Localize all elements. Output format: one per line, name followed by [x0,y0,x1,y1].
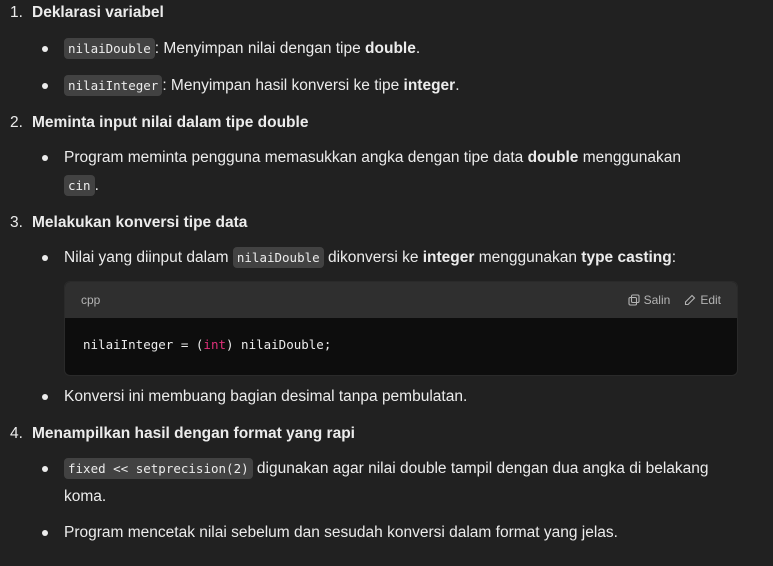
text: . [415,40,421,57]
list-number: 4. [10,425,23,442]
text: . [455,77,460,94]
text: : Menyimpan hasil konversi ke tipe [162,77,404,94]
pencil-icon [685,294,696,306]
list-item-4: 4. Menampilkan hasil dengan format yang … [0,425,760,443]
text: menggunakan [578,149,681,166]
bullet-item: Nilai yang diinput dalam nilaiDouble dik… [42,244,744,272]
list-number: 2. [10,114,23,131]
inline-code: cin [64,175,95,196]
bullet-item: Program mencetak nilai sebelum dan sesud… [42,519,744,547]
list-item-2: 2. Meminta input nilai dalam tipe double [0,114,760,132]
code-block-header: cpp Salin Edit [65,282,737,318]
code-text: nilaiInteger = ( [83,337,204,352]
text: Program meminta pengguna memasukkan angk… [64,149,528,166]
bullet-item: nilaiDouble: Menyimpan nilai dengan tipe… [42,35,744,63]
list-item-1: 1. Deklarasi variabel [0,4,760,22]
bullet-dot [42,466,48,472]
bullet-item: nilaiInteger: Menyimpan hasil konversi k… [42,72,744,100]
list-item-3: 3. Melakukan konversi tipe data [0,214,760,232]
text: : Menyimpan nilai dengan tipe [154,40,366,57]
bold-text: integer [422,249,475,266]
bullet-dot [42,155,48,161]
bullet-item: Program meminta pengguna memasukkan angk… [42,144,744,200]
text: Konversi ini membuang bagian desimal tan… [64,388,468,405]
section-heading: Meminta input nilai dalam tipe double [32,114,309,131]
code-block: cpp Salin Edit nilaiInteger = (int) nila… [64,281,738,376]
bullet-item: fixed << setprecision(2) digunakan agar … [42,455,744,511]
bullet-dot [42,83,48,89]
inline-code: nilaiInteger [64,75,163,96]
inline-code: nilaiDouble [232,247,324,268]
code-text: ) nilaiDouble; [226,337,332,352]
edit-label: Edit [700,293,721,307]
code-language-label: cpp [81,293,101,307]
bullet-dot [42,255,48,261]
text: menggunakan [474,249,582,266]
list-number: 3. [10,214,23,231]
copy-button[interactable]: Salin [628,293,671,307]
copy-label: Salin [643,293,671,307]
bold-text: type casting [581,249,672,266]
inline-code: nilaiDouble [64,38,155,59]
edit-button[interactable]: Edit [684,293,721,307]
text: : [671,249,677,266]
bullet-dot [42,394,48,400]
bullet-item: Konversi ini membuang bagian desimal tan… [42,383,744,411]
text: Program mencetak nilai sebelum dan sesud… [64,524,618,541]
code-actions: Salin Edit [628,293,721,307]
bold-text: double [365,40,416,57]
section-heading: Melakukan konversi tipe data [32,214,248,231]
bold-text: integer [403,77,456,94]
list-number: 1. [10,4,23,21]
text: Nilai yang diinput dalam [64,249,233,266]
bullet-dot [42,530,48,536]
section-heading: Deklarasi variabel [32,4,164,21]
bold-text: double [527,149,579,166]
text: . [94,177,99,194]
text: dikonversi ke [323,249,423,266]
copy-icon [628,294,640,306]
section-heading: Menampilkan hasil dengan format yang rap… [32,425,355,442]
code-keyword: int [203,337,226,352]
bullet-dot [42,46,48,52]
inline-code: fixed << setprecision(2) [64,458,253,479]
code-content: nilaiInteger = (int) nilaiDouble; [65,318,737,371]
